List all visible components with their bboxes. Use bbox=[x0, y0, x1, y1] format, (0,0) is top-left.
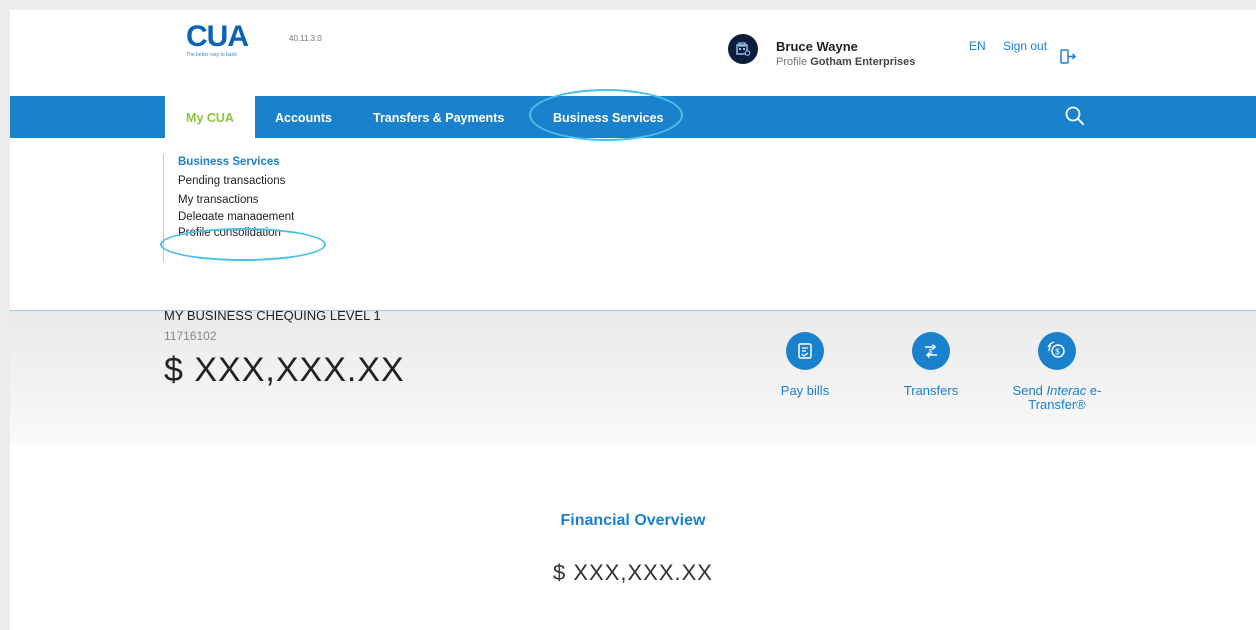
etransfer-icon: $ bbox=[1038, 332, 1076, 370]
annotation-circle-business-services bbox=[529, 89, 683, 141]
pay-bills-button[interactable]: Pay bills bbox=[755, 332, 855, 398]
search-icon[interactable] bbox=[1064, 105, 1086, 132]
send-etransfer-label: Send Interac e-Transfer® bbox=[1002, 384, 1112, 412]
annotation-circle-profile-consolidation bbox=[160, 228, 326, 261]
logo-tagline: The better way to bank bbox=[186, 52, 237, 58]
svg-text:$: $ bbox=[1055, 347, 1060, 356]
profile-name: Gotham Enterprises bbox=[810, 56, 916, 68]
submenu-item-delegate-management[interactable]: Delegate management bbox=[178, 210, 294, 220]
account-balance: $ XXX,XXX.XX bbox=[164, 351, 405, 389]
transfers-button[interactable]: $ Transfers bbox=[881, 332, 981, 398]
logo-text: CUA bbox=[186, 20, 249, 53]
submenu-title[interactable]: Business Services bbox=[178, 156, 294, 168]
pay-bills-label: Pay bills bbox=[780, 383, 830, 398]
send-etransfer-button[interactable]: $ Send Interac e-Transfer® bbox=[1002, 332, 1112, 412]
account-name[interactable]: MY BUSINESS CHEQUING LEVEL 1 bbox=[164, 308, 381, 323]
language-toggle[interactable]: EN bbox=[969, 39, 986, 53]
user-name: Bruce Wayne bbox=[776, 39, 858, 54]
nav-tab-accounts[interactable]: Accounts bbox=[275, 96, 332, 138]
financial-overview-title: Financial Overview bbox=[560, 512, 706, 529]
transfers-label: Transfers bbox=[903, 383, 959, 398]
sign-out-icon[interactable] bbox=[1059, 48, 1077, 71]
business-avatar-icon bbox=[728, 34, 758, 64]
pay-bills-icon bbox=[786, 332, 824, 370]
submenu-item-my-transactions[interactable]: My transactions bbox=[178, 193, 294, 207]
etransfer-label-interac: Interac bbox=[1046, 383, 1087, 398]
version-label: 40.11.3.0 bbox=[289, 34, 322, 43]
submenu-item-pending-transactions[interactable]: Pending transactions bbox=[178, 174, 294, 188]
nav-tab-transfers-payments[interactable]: Transfers & Payments bbox=[373, 96, 504, 138]
nav-tab-my-cua[interactable]: My CUA bbox=[165, 96, 255, 138]
profile-label: Profile bbox=[776, 56, 808, 68]
sign-out-link[interactable]: Sign out bbox=[1003, 39, 1047, 53]
financial-overview-amount: $ XXX,XXX.XX bbox=[553, 560, 713, 585]
etransfer-label-pre: Send bbox=[1012, 383, 1047, 398]
svg-text:$: $ bbox=[929, 349, 933, 356]
page: CUA The better way to bank 40.11.3.0 Bru… bbox=[10, 10, 1256, 630]
account-number: 11716102 bbox=[164, 329, 217, 343]
transfers-icon: $ bbox=[912, 332, 950, 370]
cua-logo[interactable]: CUA The better way to bank bbox=[186, 20, 266, 60]
user-profile: Profile Gotham Enterprises bbox=[776, 56, 915, 68]
